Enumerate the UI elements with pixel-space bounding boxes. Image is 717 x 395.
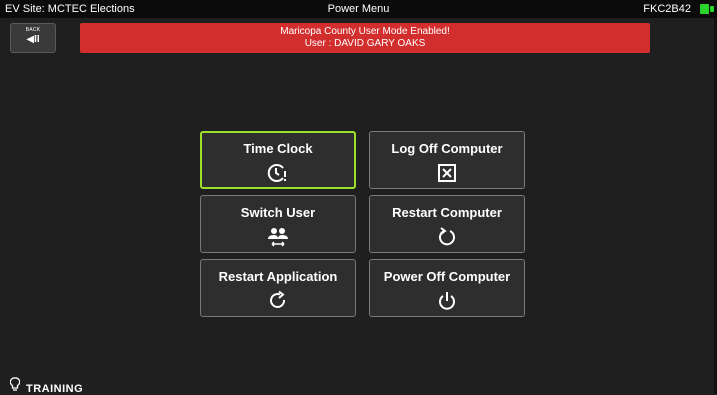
switch-user-icon xyxy=(268,228,288,247)
banner-user-text: User : DAVID GARY OAKS xyxy=(304,38,426,49)
switch-user-button[interactable]: Switch User xyxy=(200,195,356,253)
window-title: Power Menu xyxy=(327,3,390,15)
restart-icon xyxy=(439,227,455,246)
time-clock-button[interactable]: Time Clock xyxy=(200,131,356,189)
power-off-label: Power Off Computer xyxy=(383,269,511,284)
restart-application-label: Restart Application xyxy=(218,269,338,284)
lightbulb-icon xyxy=(10,377,20,391)
back-arrow-icon: ◀II xyxy=(26,34,40,45)
power-menu-grid: Time Clock Log Off Computer Switch User … xyxy=(200,131,530,323)
title-bar: EV Site: MCTEC Elections Power Menu FKC2… xyxy=(0,0,717,18)
device-id: FKC2B42 xyxy=(643,3,691,15)
power-off-computer-button[interactable]: Power Off Computer xyxy=(369,259,525,317)
restart-application-button[interactable]: Restart Application xyxy=(200,259,356,317)
power-icon xyxy=(439,292,455,310)
training-label: TRAINING xyxy=(26,383,84,395)
restart-computer-label: Restart Computer xyxy=(392,205,502,220)
refresh-icon xyxy=(270,290,285,308)
restart-computer-button[interactable]: Restart Computer xyxy=(369,195,525,253)
switch-user-label: Switch User xyxy=(240,205,316,220)
log-off-computer-button[interactable]: Log Off Computer xyxy=(369,131,525,189)
banner-mode-text: Maricopa County User Mode Enabled! xyxy=(280,26,450,37)
time-clock-label: Time Clock xyxy=(243,141,313,156)
battery-icon xyxy=(700,4,714,14)
close-box-icon xyxy=(438,164,456,182)
log-off-label: Log Off Computer xyxy=(391,141,503,156)
back-label: BACK xyxy=(25,27,41,33)
clock-alert-icon xyxy=(267,164,286,182)
user-mode-banner: Maricopa County User Mode Enabled! User … xyxy=(80,23,650,53)
back-button[interactable]: BACK ◀II xyxy=(10,23,56,53)
